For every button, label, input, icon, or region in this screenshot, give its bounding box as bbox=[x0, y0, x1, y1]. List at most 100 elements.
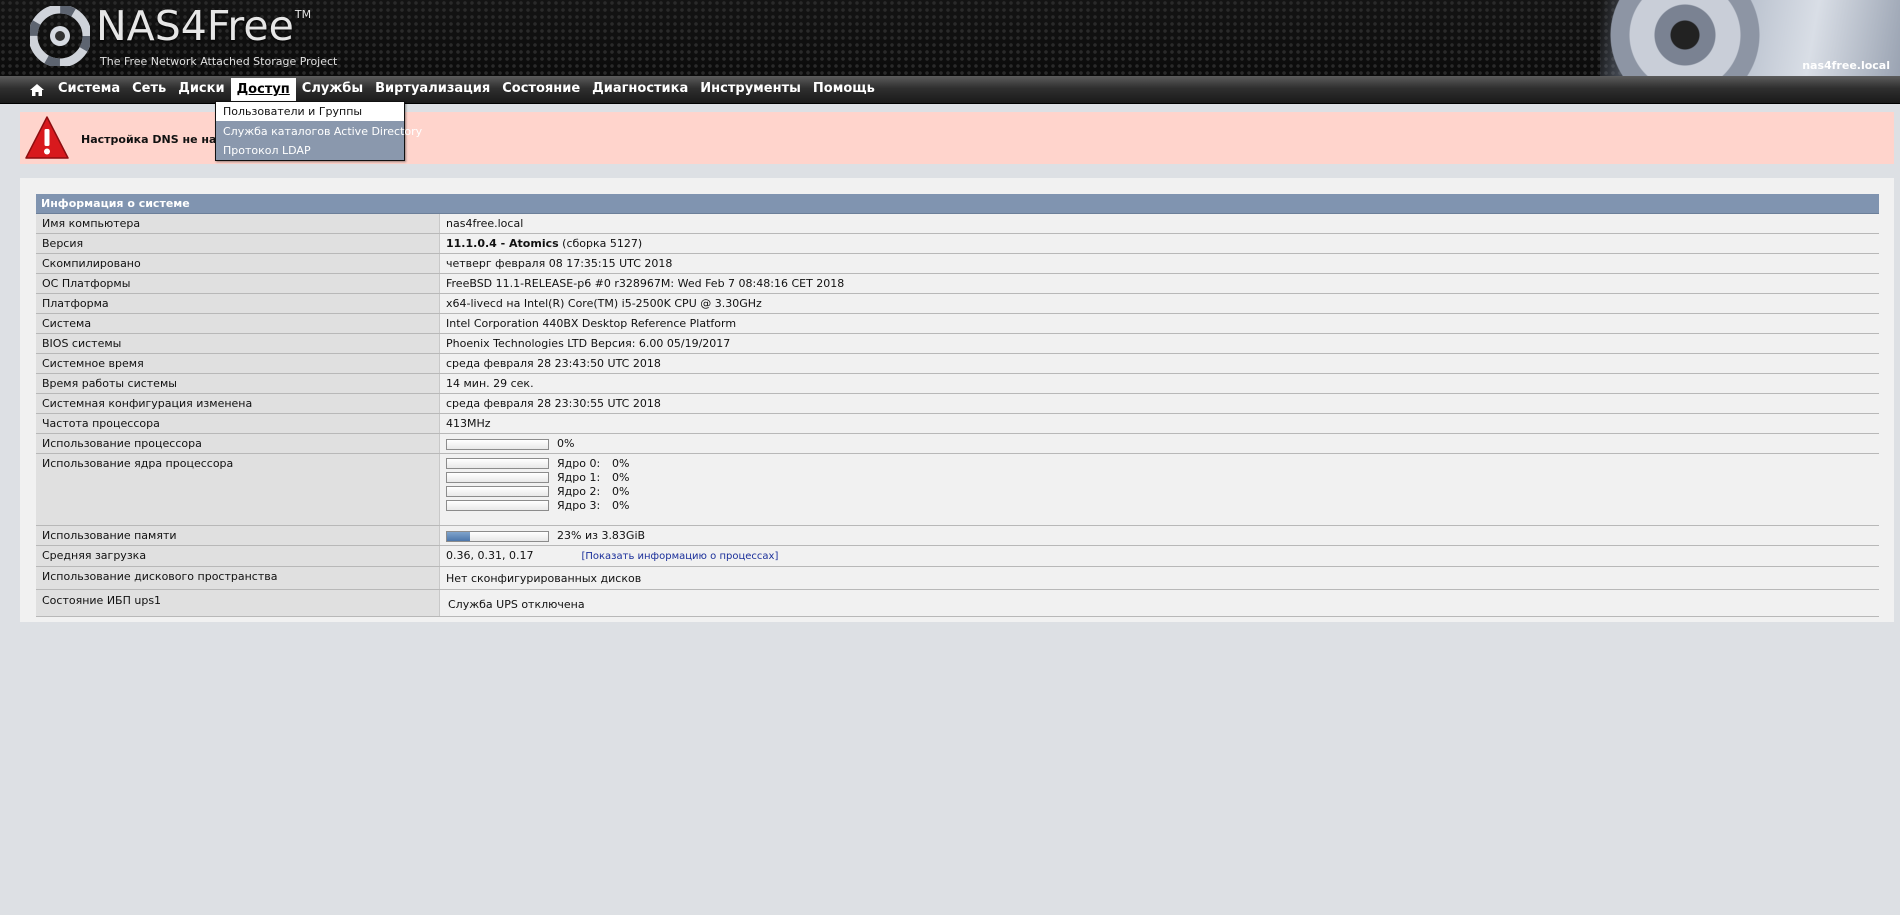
row-label: Система bbox=[36, 314, 440, 333]
row-label: Частота процессора bbox=[36, 414, 440, 433]
row-label: Версия bbox=[36, 234, 440, 253]
nav-item-access[interactable]: Доступ bbox=[230, 78, 296, 103]
row-label: Системное время bbox=[36, 354, 440, 373]
row-value: среда февраля 28 23:43:50 UTC 2018 bbox=[440, 354, 1879, 373]
row-value: 413MHz bbox=[440, 414, 1879, 433]
logo-text: NAS4FreeTM bbox=[96, 2, 312, 50]
menu-item-ldap[interactable]: Протокол LDAP bbox=[216, 141, 404, 160]
load-average-value: 0.36, 0.31, 0.17 bbox=[446, 549, 534, 562]
table-row: Платформа x64-livecd на Intel(R) Core(TM)… bbox=[36, 294, 1879, 314]
row-value: четверг февраля 08 17:35:15 UTC 2018 bbox=[440, 254, 1879, 273]
table-row: Системная конфигурация изменена среда фев… bbox=[36, 394, 1879, 414]
table-row: Система Intel Corporation 440BX Desktop R… bbox=[36, 314, 1879, 334]
header-banner: NAS4FreeTM The Free Network Attached Sto… bbox=[0, 0, 1900, 76]
nav-item-network[interactable]: Сеть bbox=[126, 76, 172, 103]
core-label: Ядро 3: bbox=[557, 498, 601, 512]
process-info-link[interactable]: [Показать информацию о процессах] bbox=[581, 551, 778, 562]
core-usage-item: Ядро 1: 0% bbox=[446, 470, 1873, 484]
table-row: Имя компьютера nas4free.local bbox=[36, 214, 1879, 234]
row-value: 0.36, 0.31, 0.17 [Показать информацию о п… bbox=[440, 546, 1879, 566]
nav-item-virtualization[interactable]: Виртуализация bbox=[369, 76, 496, 103]
memory-usage-bar bbox=[446, 530, 549, 542]
nav-item-system[interactable]: Система bbox=[52, 76, 126, 103]
row-label: ОС Платформы bbox=[36, 274, 440, 293]
home-button[interactable] bbox=[22, 76, 52, 103]
row-value: 23% из 3.83GiB bbox=[440, 526, 1879, 545]
cpu-usage-value: 0% bbox=[557, 437, 575, 450]
row-label: Системная конфигурация изменена bbox=[36, 394, 440, 413]
row-value: Ядро 0: 0% Ядро 1: 0% Ядро 2: 0% Ядро 3: 0% bbox=[440, 454, 1879, 525]
row-value: FreeBSD 11.1-RELEASE-p6 #0 r328967M: Wed… bbox=[440, 274, 1879, 293]
home-icon bbox=[30, 83, 44, 96]
core-value: 0% bbox=[612, 456, 630, 470]
core-usage-item: Ядро 2: 0% bbox=[446, 484, 1873, 498]
table-row-ups: Состояние ИБП ups1 Служба UPS отключена bbox=[36, 590, 1879, 617]
table-row: Частота процессора 413MHz bbox=[36, 414, 1879, 434]
trademark-mark: TM bbox=[294, 8, 312, 21]
nav-item-status[interactable]: Состояние bbox=[496, 76, 586, 103]
row-value: Phoenix Technologies LTD Версия: 6.00 05… bbox=[440, 334, 1879, 353]
nav-item-help[interactable]: Помощь bbox=[807, 76, 881, 103]
memory-usage-value: 23% из 3.83GiB bbox=[557, 529, 646, 542]
core-usage-item: Ядро 3: 0% bbox=[446, 498, 1873, 512]
logo-icon bbox=[30, 6, 90, 66]
row-label: Использование процессора bbox=[36, 434, 440, 453]
row-label: Скомпилировано bbox=[36, 254, 440, 273]
row-label: Имя компьютера bbox=[36, 214, 440, 233]
row-value: 0% bbox=[440, 434, 1879, 453]
core-bar bbox=[446, 499, 549, 511]
memory-usage-fill bbox=[447, 531, 471, 541]
core-bar bbox=[446, 485, 549, 497]
table-row: Версия 11.1.0.4 - Atomics (сборка 5127) bbox=[36, 234, 1879, 254]
warning-icon bbox=[25, 116, 69, 159]
row-value: 11.1.0.4 - Atomics (сборка 5127) bbox=[440, 234, 1879, 253]
nav-item-tools[interactable]: Инструменты bbox=[694, 76, 807, 103]
table-row: Системное время среда февраля 28 23:43:50… bbox=[36, 354, 1879, 374]
table-row-memory-usage: Использование памяти 23% из 3.83GiB bbox=[36, 526, 1879, 546]
system-info-table: Информация о системе Имя компьютера nas4f… bbox=[36, 194, 1879, 617]
core-spacer bbox=[446, 512, 1873, 522]
row-value: x64-livecd на Intel(R) Core(TM) i5-2500K… bbox=[440, 294, 1879, 313]
core-label: Ядро 1: bbox=[557, 470, 601, 484]
nav-item-diagnostics[interactable]: Диагностика bbox=[586, 76, 694, 103]
row-value: 14 мин. 29 сек. bbox=[440, 374, 1879, 393]
content-panel: Информация о системе Имя компьютера nas4f… bbox=[20, 178, 1894, 622]
core-value: 0% bbox=[612, 484, 630, 498]
core-bar bbox=[446, 457, 549, 469]
row-label: Использование дискового пространства bbox=[36, 567, 440, 589]
row-label: Средняя загрузка bbox=[36, 546, 440, 566]
row-value: Нет сконфигурированных дисков bbox=[440, 567, 1879, 589]
table-row: ОС Платформы FreeBSD 11.1-RELEASE-p6 #0 r… bbox=[36, 274, 1879, 294]
table-row-core-usage: Использование ядра процессора Ядро 0: 0% … bbox=[36, 454, 1879, 526]
row-label: Использование памяти bbox=[36, 526, 440, 545]
row-value: Служба UPS отключена bbox=[440, 590, 1879, 616]
core-value: 0% bbox=[612, 498, 630, 512]
core-usage-item: Ядро 0: 0% bbox=[446, 456, 1873, 470]
row-value: nas4free.local bbox=[440, 214, 1879, 233]
menu-item-users-groups[interactable]: Пользователи и Группы bbox=[216, 102, 404, 122]
core-label: Ядро 2: bbox=[557, 484, 601, 498]
cpu-usage-bar bbox=[446, 438, 549, 450]
version-number: 11.1.0.4 - Atomics bbox=[446, 237, 559, 250]
row-label: Время работы системы bbox=[36, 374, 440, 393]
table-row: Время работы системы 14 мин. 29 сек. bbox=[36, 374, 1879, 394]
process-info-link-label: Показать информацию о процессах bbox=[585, 551, 775, 562]
nav-item-services[interactable]: Службы bbox=[296, 76, 369, 103]
core-value: 0% bbox=[612, 470, 630, 484]
row-label: BIOS системы bbox=[36, 334, 440, 353]
table-row: Скомпилировано четверг февраля 08 17:35:1… bbox=[36, 254, 1879, 274]
hostname-label: nas4free.local bbox=[1802, 59, 1890, 72]
menu-item-active-directory[interactable]: Служба каталогов Active Directory bbox=[216, 122, 422, 141]
tagline: The Free Network Attached Storage Projec… bbox=[100, 55, 338, 68]
row-value: Intel Corporation 440BX Desktop Referenc… bbox=[440, 314, 1879, 333]
core-bar bbox=[446, 471, 549, 483]
version-build: (сборка 5127) bbox=[558, 237, 643, 250]
table-row-cpu-usage: Использование процессора 0% bbox=[36, 434, 1879, 454]
alert-message: Настройка DNS не найд bbox=[81, 133, 233, 146]
table-row-disk-usage: Использование дискового пространства Нет… bbox=[36, 567, 1879, 590]
row-value: среда февраля 28 23:30:55 UTC 2018 bbox=[440, 394, 1879, 413]
row-label: Платформа bbox=[36, 294, 440, 313]
table-row: BIOS системы Phoenix Technologies LTD Вер… bbox=[36, 334, 1879, 354]
main-nav: Система Сеть Диски Доступ Службы Виртуал… bbox=[0, 76, 1900, 104]
nav-item-disks[interactable]: Диски bbox=[172, 76, 230, 103]
